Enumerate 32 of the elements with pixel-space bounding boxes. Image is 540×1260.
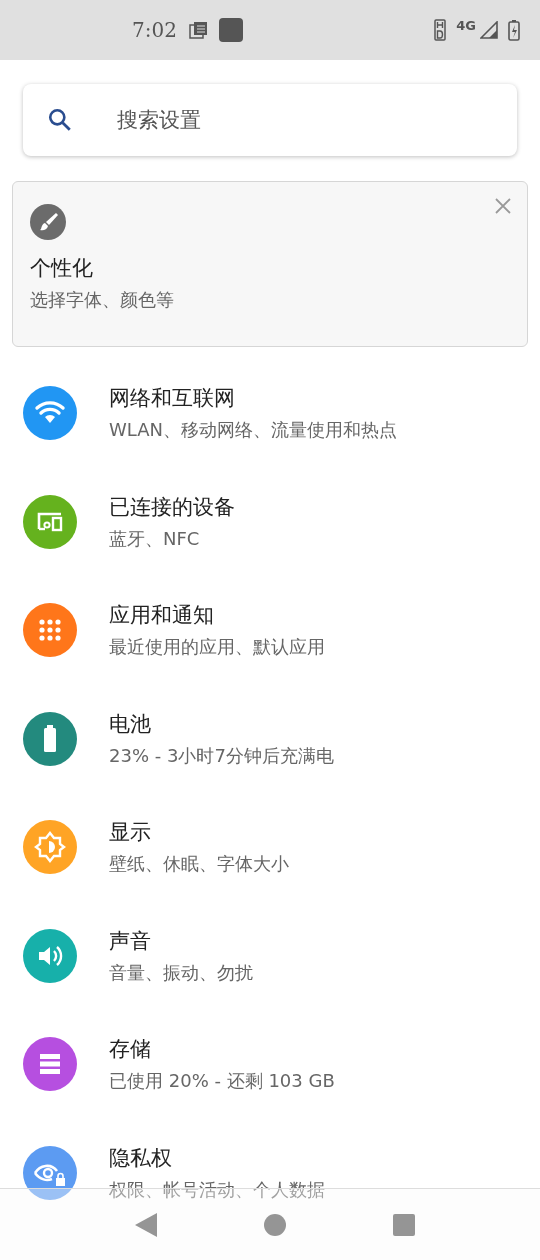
item-title: 声音: [109, 927, 152, 955]
hd-icon: [434, 19, 447, 41]
item-subtitle: WLAN、移动网络、流量使用和热点: [109, 418, 398, 443]
search-field[interactable]: 搜索设置: [115, 107, 493, 133]
item-subtitle: 已使用 20% - 还剩 103 GB: [109, 1069, 335, 1094]
recents-icon[interactable]: [393, 1213, 415, 1236]
close-icon[interactable]: [495, 198, 511, 214]
network-type: 4G: [456, 17, 476, 33]
item-title: 显示: [109, 819, 152, 847]
back-icon[interactable]: [135, 1212, 157, 1237]
item-title: 存储: [109, 1036, 152, 1064]
item-subtitle: 壁纸、休眠、字体大小: [109, 852, 289, 877]
battery-charging-icon: [508, 19, 520, 41]
clock: 7:02: [132, 18, 177, 42]
home-icon[interactable]: [264, 1213, 286, 1236]
suggestion-subtitle: 选择字体、颜色等: [30, 288, 175, 312]
item-subtitle: 蓝牙、NFC: [109, 526, 201, 551]
search-icon: [47, 107, 73, 133]
item-title: 应用和通知: [109, 602, 215, 630]
notes-icon: [188, 20, 209, 40]
item-subtitle: 23% - 3小时7分钟后充满电: [109, 743, 334, 768]
square-icon: [218, 18, 243, 42]
suggestion-title: 个性化: [30, 255, 94, 282]
item-title: 电池: [109, 710, 152, 738]
item-title: 已连接的设备: [109, 493, 235, 521]
item-title: 网络和互联网: [109, 385, 236, 413]
item-subtitle: 最近使用的应用、默认应用: [109, 635, 325, 660]
suggestion-card[interactable]: 个性化 选择字体、颜色等: [12, 181, 528, 347]
paintbrush-icon: [30, 204, 66, 240]
signal-icon: [480, 21, 498, 39]
item-subtitle: 音量、振动、勿扰: [109, 960, 253, 985]
item-title: 隐私权: [109, 1144, 173, 1172]
